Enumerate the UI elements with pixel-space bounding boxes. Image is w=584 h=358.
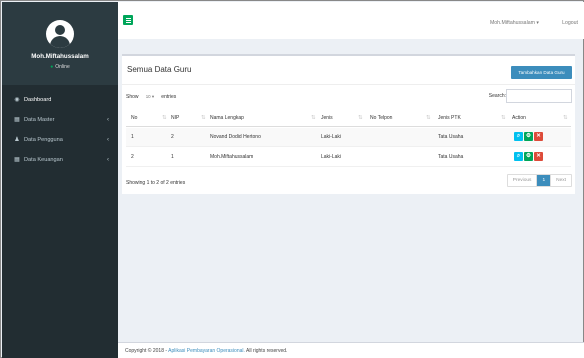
column-header-nip[interactable]: NIP [171,109,179,127]
sort-icon: ⇅ [311,115,316,121]
sidebar-toggle-button[interactable] [123,15,133,25]
cell-nama: Novand Dodid Hertono [210,134,261,140]
column-header-no[interactable]: No [131,109,137,127]
column-header-action[interactable]: Action [512,109,526,127]
logout-link[interactable]: Logout [562,20,578,26]
gear-icon: ⚙ [526,153,531,159]
box-title: Semua Data Guru [127,65,192,74]
search-icon: ⌕ [516,153,521,159]
table-icon: ▦ [14,117,20,123]
view-button[interactable]: ⌕ [514,132,523,141]
pagination-next[interactable]: Next [551,175,571,186]
footer-copyright: Copyright © 2018 - [125,348,168,354]
sidebar-item-label: Data Master [24,117,55,123]
search-label: Search: [488,93,506,99]
cell-jenis: Laki-Laki [321,134,342,140]
hamburger-line [125,17,131,19]
delete-button[interactable]: ✕ [534,132,543,141]
gear-icon: ⚙ [526,133,531,139]
cell-jenis-ptk: Tata Usaha [438,134,464,140]
pagination-page-1[interactable]: 1 [537,175,552,186]
sort-icon: ⇅ [563,115,568,121]
footer-rights: All rights reserved. [246,348,288,354]
cell-jenis: Laki-Laki [321,154,342,160]
data-guru-box: Semua Data Guru Tambahkan Data Guru Show… [122,54,575,194]
close-icon: ✕ [536,153,541,159]
table-icon: ▦ [14,157,20,163]
entries-select[interactable]: 10 ▾ [141,92,158,101]
avatar-head-shape [55,25,65,35]
footer: Copyright © 2018 - Aplikasi Pembayaran O… [118,342,584,358]
avatar [46,20,74,48]
chevron-left-icon: ‹ [107,117,109,123]
entries-length-control: Show 10 ▾ entries [126,92,176,101]
entries-label: entries [161,93,177,100]
edit-button[interactable]: ⚙ [524,132,533,141]
chevron-left-icon: ‹ [107,137,109,143]
sidebar-user-name: Moh.Miftahussalam [31,53,89,60]
delete-button[interactable]: ✕ [534,152,543,161]
search-input[interactable] [506,89,572,103]
user-status-label: Online [55,64,70,70]
user-icon: ♟ [14,137,20,143]
column-header-telpon[interactable]: No Telpon [370,109,392,127]
sidebar-item-dashboard[interactable]: ◉ Dashboard [2,90,118,110]
sidebar: Moh.Miftahussalam ● Online ◉ Dashboard ▦ Da… [2,2,118,358]
cell-nip: 1 [171,154,174,160]
cell-no: 1 [131,134,134,140]
chevron-left-icon: ‹ [107,157,109,163]
caret-down-icon: ▾ [536,20,539,26]
search-icon: ⌕ [516,133,521,139]
dashboard-icon: ◉ [14,97,20,103]
top-navbar: Moh.Miftahussalam ▾ Logout [118,2,584,39]
cell-no: 2 [131,154,134,160]
user-menu-dropdown[interactable]: Moh.Miftahussalam ▾ [490,20,539,26]
sort-icon: ⇅ [201,115,206,121]
entries-select-value: 10 [145,94,151,99]
table-row: 1 2 Novand Dodid Hertono Laki-Laki Tata … [126,128,571,147]
column-header-nama[interactable]: Nama Lengkap [210,109,244,127]
pagination: Previous 1 Next [506,174,572,187]
sort-icon: ⇅ [426,115,431,121]
view-button[interactable]: ⌕ [514,152,523,161]
sidebar-menu: ◉ Dashboard ▦ Data Master ‹ ♟ Data Pengguna… [2,90,118,170]
user-status: ● Online [2,64,118,70]
table-row: 2 1 Moh.Miftahussalam Laki-Laki Tata Usa… [126,148,571,167]
online-dot-icon: ● [50,64,54,70]
hamburger-line [125,19,131,21]
column-header-jenis[interactable]: Jenis [321,109,333,127]
sidebar-item-label: Dashboard [24,97,52,103]
avatar-body-shape [50,36,70,48]
hamburger-line [125,21,131,23]
table-info: Showing 1 to 2 of 2 entries [126,180,186,186]
column-header-jenis-ptk[interactable]: Jenis PTK [438,109,461,127]
row-actions: ⌕ ⚙ ✕ [514,152,544,162]
sidebar-item-data-master[interactable]: ▦ Data Master ‹ [2,110,118,130]
table-header: No ⇅ NIP ⇅ Nama Lengkap ⇅ Jenis ⇅ No Tel… [126,109,571,127]
user-menu-label: Moh.Miftahussalam [489,20,535,26]
sort-icon: ⇅ [358,115,363,121]
sidebar-item-label: Data Keuangan [24,157,63,163]
sidebar-item-data-keuangan[interactable]: ▦ Data Keuangan ‹ [2,150,118,170]
edit-button[interactable]: ⚙ [524,152,533,161]
close-icon: ✕ [536,133,541,139]
sort-icon: ⇅ [501,115,506,121]
row-actions: ⌕ ⚙ ✕ [514,132,544,142]
cell-jenis-ptk: Tata Usaha [438,154,464,160]
show-label: Show [126,93,139,100]
cell-nama: Moh.Miftahussalam [210,154,254,160]
pagination-previous[interactable]: Previous [508,175,538,186]
sidebar-item-label: Data Pengguna [24,137,63,143]
cell-nip: 2 [171,134,174,140]
sort-icon: ⇅ [162,115,167,121]
add-teacher-button[interactable]: Tambahkan Data Guru [511,66,572,79]
box-divider [122,84,575,85]
footer-app-link[interactable]: Aplikasi Pembayaran Operasional. [168,348,245,354]
user-panel: Moh.Miftahussalam ● Online [2,2,118,85]
sidebar-item-data-pengguna[interactable]: ♟ Data Pengguna ‹ [2,130,118,150]
app-frame: Moh.Miftahussalam ● Online ◉ Dashboard ▦ Da… [0,0,584,358]
